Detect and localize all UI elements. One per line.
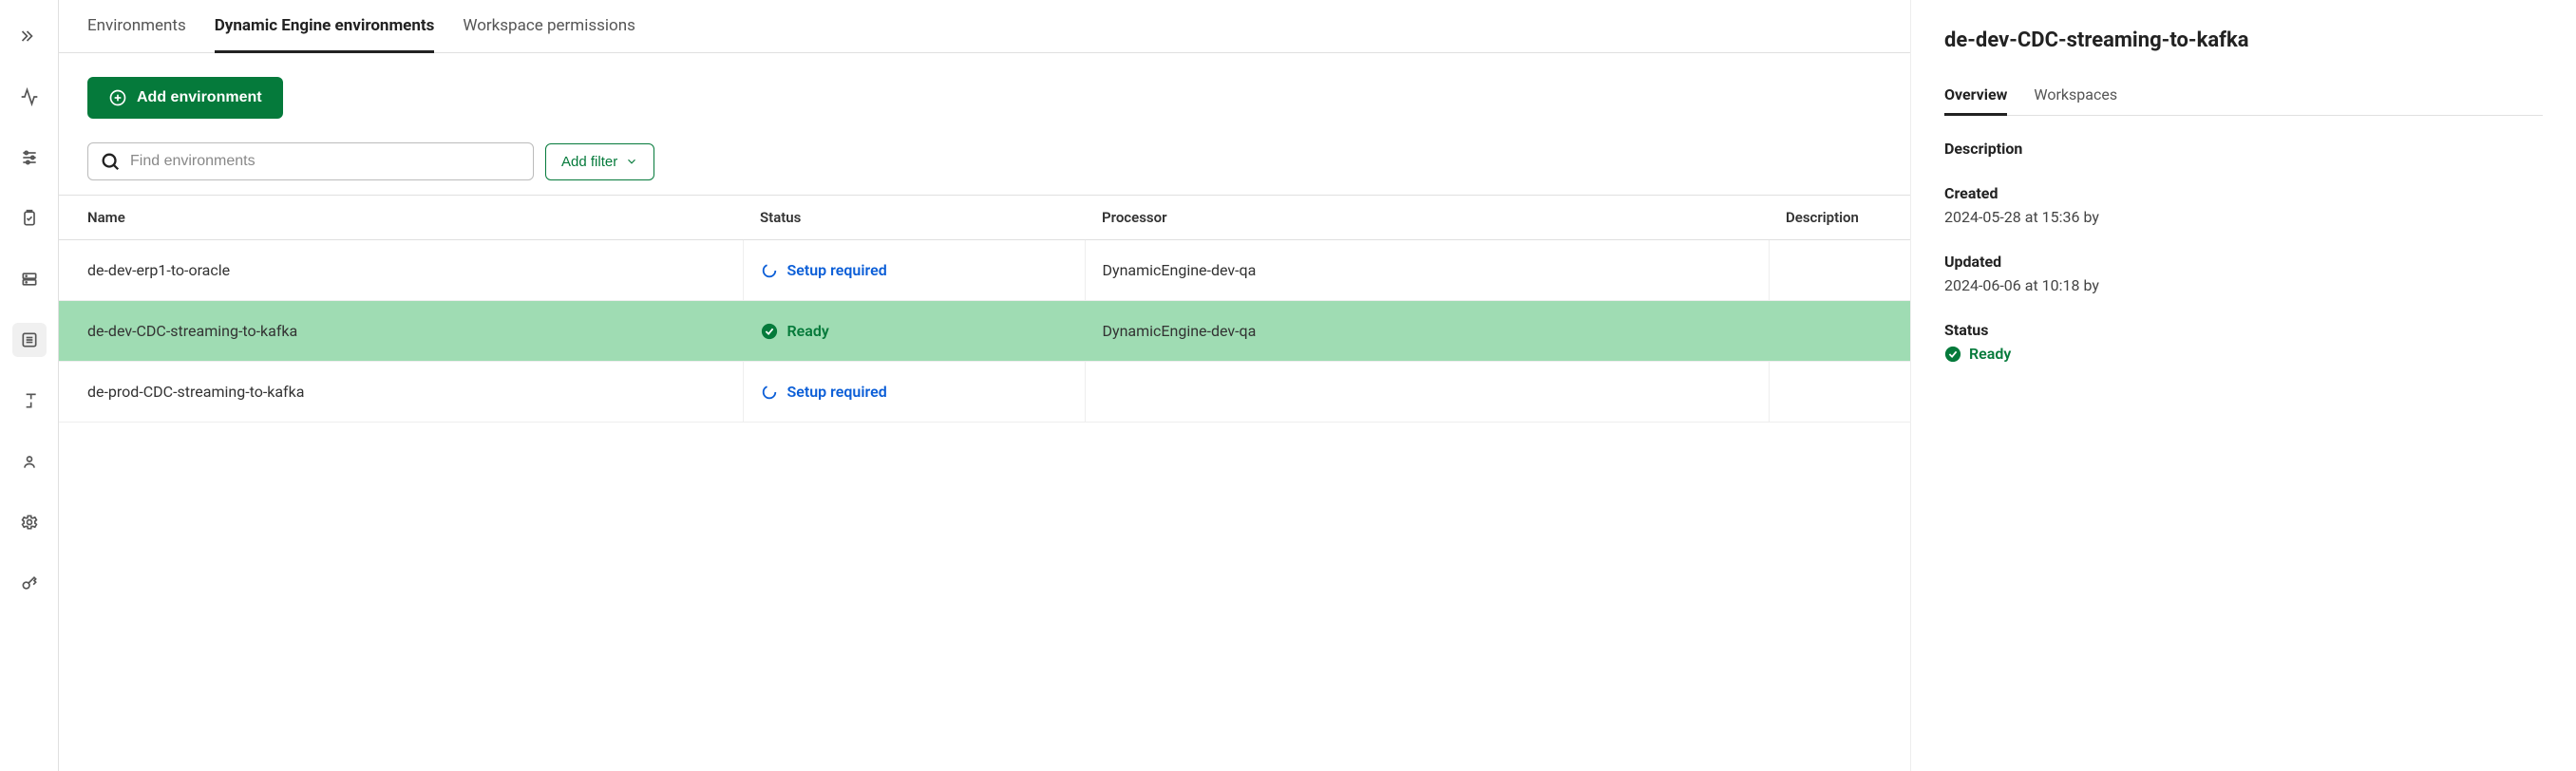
cell-description bbox=[1769, 240, 1910, 301]
search-box[interactable] bbox=[87, 142, 534, 180]
server-icon[interactable] bbox=[12, 262, 47, 296]
detail-created-label: Created bbox=[1944, 184, 2543, 202]
user-icon[interactable] bbox=[12, 444, 47, 479]
tab-workspace-permissions[interactable]: Workspace permissions bbox=[463, 1, 635, 53]
gear-icon[interactable] bbox=[12, 505, 47, 539]
detail-description-label: Description bbox=[1944, 140, 2543, 158]
cell-description bbox=[1769, 362, 1910, 423]
detail-tab-workspaces[interactable]: Workspaces bbox=[2034, 76, 2117, 116]
loading-icon bbox=[761, 384, 778, 401]
detail-created: Created 2024-05-28 at 15:36 by bbox=[1944, 184, 2543, 226]
search-input[interactable] bbox=[130, 153, 521, 170]
loading-icon bbox=[761, 262, 778, 279]
col-processor[interactable]: Processor bbox=[1085, 196, 1769, 240]
chevron-down-icon bbox=[625, 155, 638, 168]
check-circle-icon bbox=[1944, 346, 1961, 363]
tab-environments[interactable]: Environments bbox=[87, 1, 186, 53]
add-environment-button[interactable]: Add environment bbox=[87, 77, 283, 119]
detail-updated-value: 2024-06-06 at 10:18 by bbox=[1944, 276, 2543, 294]
list-icon[interactable] bbox=[12, 323, 47, 357]
detail-created-value: 2024-05-28 at 15:36 by bbox=[1944, 208, 2543, 226]
add-filter-button[interactable]: Add filter bbox=[545, 143, 654, 180]
add-filter-label: Add filter bbox=[561, 154, 617, 170]
environments-table: Name Status Processor Description de-dev… bbox=[59, 195, 1910, 423]
cell-name: de-dev-erp1-to-oracle bbox=[59, 240, 743, 301]
detail-tabs: Overview Workspaces bbox=[1944, 76, 2543, 116]
cell-description bbox=[1769, 301, 1910, 362]
detail-status: Status Ready bbox=[1944, 321, 2543, 363]
plus-circle-icon bbox=[108, 88, 127, 107]
detail-updated-label: Updated bbox=[1944, 253, 2543, 271]
table-row[interactable]: de-dev-CDC-streaming-to-kafka Ready Dyna… bbox=[59, 301, 1910, 362]
cell-status: Setup required bbox=[743, 240, 1085, 301]
nav-rail bbox=[0, 0, 59, 771]
table-row[interactable]: de-prod-CDC-streaming-to-kafka Setup req… bbox=[59, 362, 1910, 423]
detail-status-label: Status bbox=[1944, 321, 2543, 339]
sliders-icon[interactable] bbox=[12, 141, 47, 175]
key-icon[interactable] bbox=[12, 566, 47, 600]
search-icon bbox=[100, 151, 121, 172]
tab-dynamic-engine-environments[interactable]: Dynamic Engine environments bbox=[215, 1, 435, 53]
clipboard-icon[interactable] bbox=[12, 201, 47, 235]
col-status[interactable]: Status bbox=[743, 196, 1085, 240]
detail-updated: Updated 2024-06-06 at 10:18 by bbox=[1944, 253, 2543, 294]
detail-panel: de-dev-CDC-streaming-to-kafka Overview W… bbox=[1911, 0, 2576, 771]
detail-title: de-dev-CDC-streaming-to-kafka bbox=[1944, 28, 2543, 52]
top-tabs: Environments Dynamic Engine environments… bbox=[59, 0, 1910, 53]
activity-icon[interactable] bbox=[12, 80, 47, 114]
cell-name: de-dev-CDC-streaming-to-kafka bbox=[59, 301, 743, 362]
main-content: Environments Dynamic Engine environments… bbox=[59, 0, 1911, 771]
branch-icon[interactable] bbox=[12, 384, 47, 418]
cell-processor: DynamicEngine-dev-qa bbox=[1085, 301, 1769, 362]
detail-description: Description bbox=[1944, 140, 2543, 158]
detail-status-value: Ready bbox=[1969, 345, 2011, 363]
cell-status: Setup required bbox=[743, 362, 1085, 423]
toolbar: Add environment bbox=[59, 53, 1910, 119]
cell-processor: DynamicEngine-dev-qa bbox=[1085, 240, 1769, 301]
cell-name: de-prod-CDC-streaming-to-kafka bbox=[59, 362, 743, 423]
filter-row: Add filter bbox=[59, 119, 1910, 195]
cell-processor bbox=[1085, 362, 1769, 423]
add-environment-label: Add environment bbox=[137, 89, 262, 106]
table-row[interactable]: de-dev-erp1-to-oracle Setup required Dyn… bbox=[59, 240, 1910, 301]
col-name[interactable]: Name bbox=[59, 196, 743, 240]
detail-tab-overview[interactable]: Overview bbox=[1944, 76, 2007, 116]
environments-table-wrap: Name Status Processor Description de-dev… bbox=[59, 195, 1910, 771]
cell-status: Ready bbox=[743, 301, 1085, 362]
expand-nav-icon[interactable] bbox=[12, 19, 47, 53]
check-circle-icon bbox=[761, 323, 778, 340]
col-description[interactable]: Description bbox=[1769, 196, 1910, 240]
